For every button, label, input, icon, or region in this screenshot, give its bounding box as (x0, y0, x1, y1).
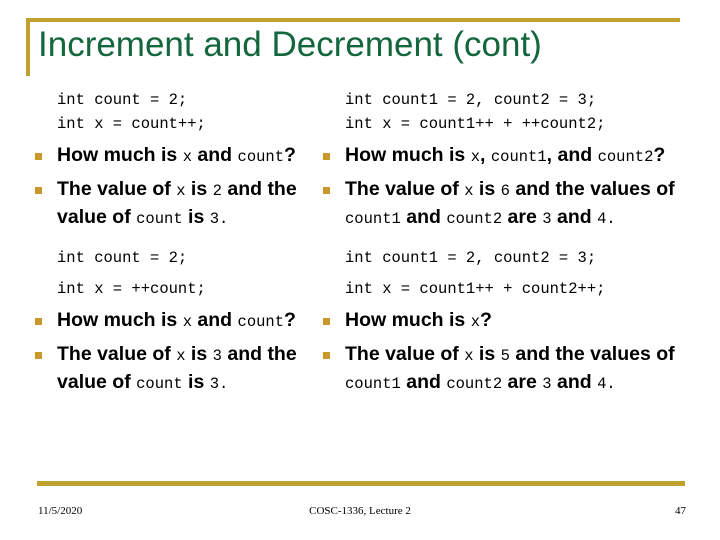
bullet-square-icon (323, 187, 330, 194)
code-line: int x = count1++ + count2++; (345, 280, 606, 298)
footer-rule-decoration (37, 481, 685, 486)
left-content-column: int count = 2; int x = count++; How much… (30, 88, 326, 397)
list-item-label: How much is x, count1, and count2? (345, 144, 666, 166)
code-line: int count = 2; (57, 91, 188, 109)
bullet-square-icon (35, 153, 42, 160)
list-item-label: The value of x is 2 and the value of cou… (57, 178, 297, 228)
code-line: int x = count1++ + ++count2; (345, 115, 606, 133)
right-content-column: int count1 = 2, count2 = 3; int x = coun… (318, 88, 710, 397)
code-line: int count = 2; (57, 249, 188, 267)
footer-course-label: COSC-1336, Lecture 2 (309, 505, 411, 517)
code-line: int x = ++count; (57, 280, 206, 298)
code-line: int x = count++; (57, 115, 206, 133)
list-item-label: The value of x is 5 and the values of co… (345, 343, 675, 393)
right-block-2: int count1 = 2, count2 = 3; int x = coun… (318, 246, 710, 397)
list-item: The value of x is 3 and the value of cou… (30, 341, 326, 397)
bullet-square-icon (323, 318, 330, 325)
list-item-label: How much is x and count? (57, 144, 296, 166)
bullet-square-icon (323, 153, 330, 160)
code-line: int count1 = 2, count2 = 3; (345, 249, 597, 267)
list-item: How much is x? (318, 307, 710, 335)
left-block-1: int count = 2; int x = count++; How much… (30, 88, 326, 232)
bullet-square-icon (35, 187, 42, 194)
list-item-label: The value of x is 6 and the values of co… (345, 178, 675, 228)
left-block-2: int count = 2; int x = ++count; How much… (30, 246, 326, 397)
bullet-square-icon (35, 352, 42, 359)
bullet-square-icon (323, 352, 330, 359)
list-item: The value of x is 2 and the value of cou… (30, 176, 326, 232)
title-rule-left-decoration (26, 18, 30, 76)
page-title: Increment and Decrement (cont) (38, 25, 542, 64)
slide-title-block: Increment and Decrement (cont) (0, 0, 720, 86)
slide-number: 47 (675, 505, 686, 517)
list-item: How much is x and count? (30, 142, 326, 170)
list-item: How much is x, count1, and count2? (318, 142, 710, 170)
list-item-label: How much is x? (345, 309, 492, 331)
list-item: How much is x and count? (30, 307, 326, 335)
list-item: The value of x is 5 and the values of co… (318, 341, 710, 397)
bullet-square-icon (35, 318, 42, 325)
list-item-label: The value of x is 3 and the value of cou… (57, 343, 297, 393)
list-item: The value of x is 6 and the values of co… (318, 176, 710, 232)
right-block-1: int count1 = 2, count2 = 3; int x = coun… (318, 88, 710, 232)
slide-footer: 11/5/2020 COSC-1336, Lecture 2 47 (0, 505, 720, 527)
list-item-label: How much is x and count? (57, 309, 296, 331)
code-line: int count1 = 2, count2 = 3; (345, 91, 597, 109)
